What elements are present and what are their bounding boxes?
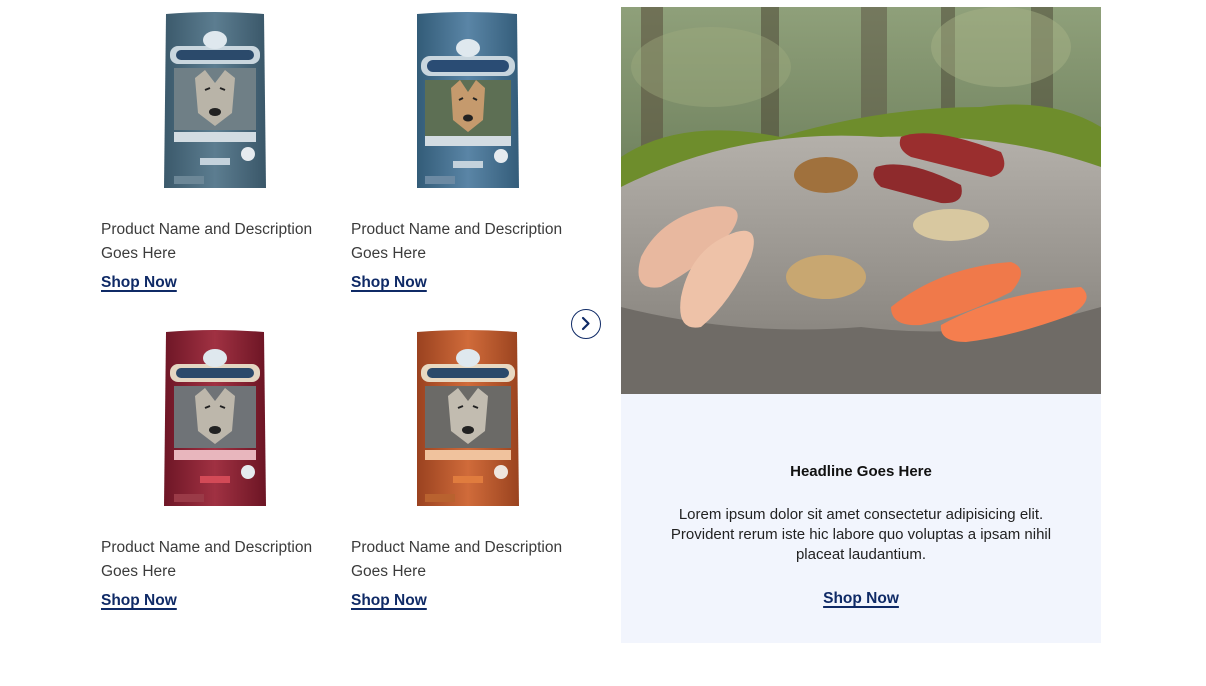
product-image[interactable] — [413, 326, 523, 511]
shop-now-link[interactable]: Shop Now — [101, 274, 177, 292]
product-image[interactable] — [160, 326, 270, 511]
shop-now-link[interactable]: Shop Now — [351, 592, 427, 610]
carousel-next-button[interactable] — [571, 309, 601, 339]
promo-headline: Headline Goes Here — [790, 463, 932, 480]
product-image[interactable] — [413, 8, 523, 193]
chevron-right-icon — [581, 316, 590, 331]
promo-shop-now-link[interactable]: Shop Now — [823, 590, 899, 607]
promo-hero-image — [621, 7, 1101, 394]
product-name: Product Name and Description Goes Here — [351, 221, 563, 262]
product-name: Product Name and Description Goes Here — [101, 221, 313, 262]
product-name: Product Name and Description Goes Here — [101, 539, 313, 580]
shop-now-link[interactable]: Shop Now — [101, 592, 177, 610]
product-name: Product Name and Description Goes Here — [351, 539, 563, 580]
promo-panel: Headline Goes Here Lorem ipsum dolor sit… — [621, 7, 1101, 643]
product-image[interactable] — [160, 8, 270, 193]
promo-body-text: Lorem ipsum dolor sit amet consectetur a… — [670, 506, 1052, 563]
shop-now-link[interactable]: Shop Now — [351, 274, 427, 292]
product-grid: Product Name and Description Goes Here S… — [100, 8, 600, 628]
